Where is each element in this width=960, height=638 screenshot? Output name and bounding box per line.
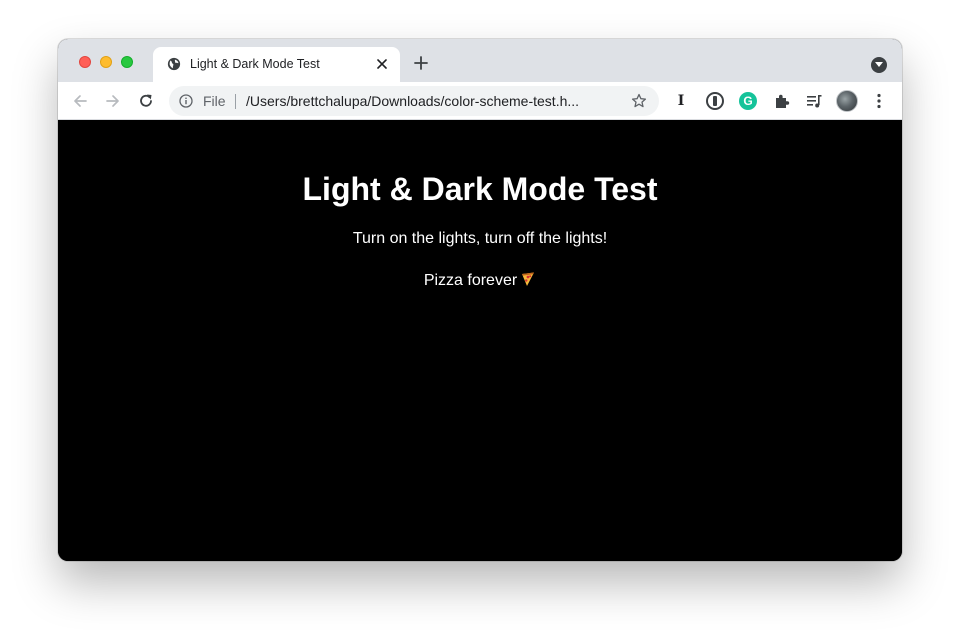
address-bar[interactable]: File /Users/brettchalupa/Downloads/color… (169, 86, 659, 116)
paragraph-pizza-text: Pizza forever (423, 272, 518, 289)
window-minimize-button[interactable] (100, 56, 112, 68)
chevron-down-icon (875, 62, 883, 67)
window-maximize-button[interactable] (121, 56, 133, 68)
password-manager-extension-icon[interactable] (706, 92, 724, 110)
url-text[interactable]: /Users/brettchalupa/Downloads/color-sche… (246, 93, 579, 109)
media-queue-icon[interactable] (805, 92, 823, 110)
pizza-icon (522, 272, 535, 286)
back-arrow-icon[interactable] (71, 92, 89, 110)
url-scheme-label: File (203, 93, 226, 109)
page-heading: Light & Dark Mode Test (302, 171, 658, 207)
reload-icon[interactable] (137, 92, 155, 110)
page-content: Light & Dark Mode Test Turn on the light… (58, 121, 902, 561)
bookmark-star-icon[interactable] (631, 93, 647, 109)
omnibox-divider (235, 94, 236, 109)
paragraph-lights: Turn on the lights, turn off the lights! (352, 230, 608, 247)
text-cursor-extension-icon[interactable]: I (672, 92, 690, 110)
toolbar: File /Users/brettchalupa/Downloads/color… (58, 82, 902, 120)
paragraph-pizza: Pizza forever (58, 271, 902, 290)
profile-avatar[interactable] (836, 90, 858, 112)
globe-icon (167, 57, 181, 71)
info-icon[interactable] (179, 94, 193, 108)
window-close-button[interactable] (79, 56, 91, 68)
browser-window: Light & Dark Mode Test File /Users/brett… (58, 39, 902, 561)
new-tab-icon[interactable] (414, 56, 428, 70)
puzzle-icon[interactable] (773, 92, 791, 110)
tab-strip: Light & Dark Mode Test (58, 39, 902, 82)
forward-arrow-icon[interactable] (104, 92, 122, 110)
tab-search-button[interactable] (871, 57, 887, 73)
tab-active[interactable]: Light & Dark Mode Test (153, 47, 400, 82)
close-tab-icon[interactable] (375, 57, 389, 71)
grammarly-extension-icon[interactable]: G (739, 92, 757, 110)
tab-title: Light & Dark Mode Test (190, 57, 320, 71)
more-menu-icon[interactable] (873, 92, 885, 110)
